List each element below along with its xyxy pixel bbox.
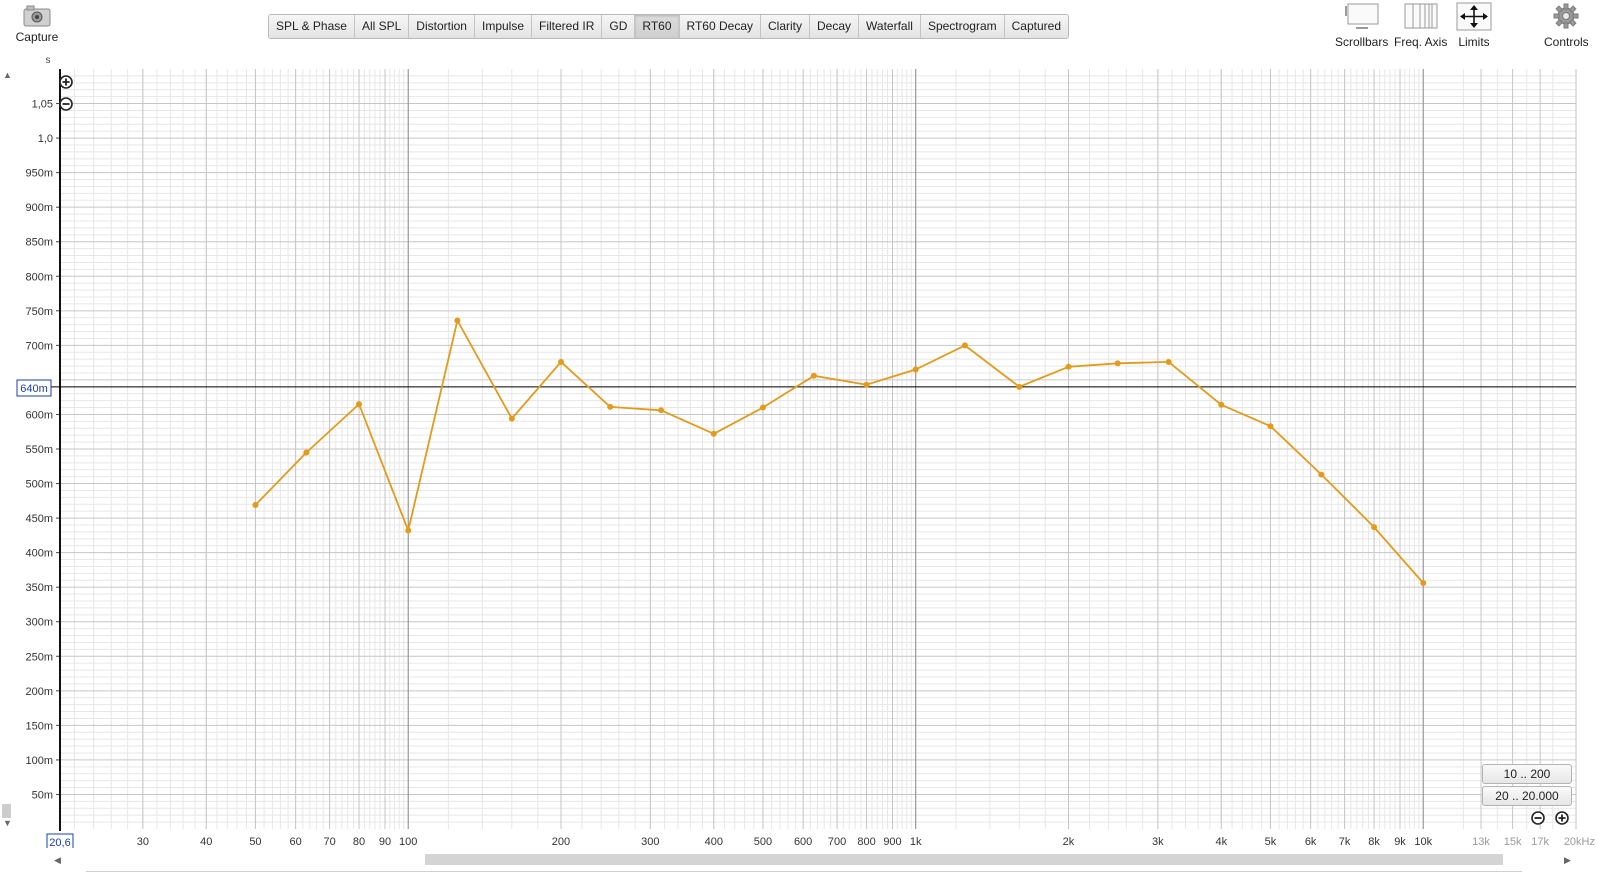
cursor-x-readout: 20,6 — [46, 833, 74, 848]
y-tick-label: 50m — [32, 789, 53, 801]
data-point — [1371, 524, 1378, 531]
y-tick-label: 500m — [25, 479, 53, 491]
x-tick-label: 4k — [1215, 836, 1227, 848]
range-20-20000-button[interactable]: 20 .. 20.000 — [1482, 786, 1572, 806]
x-tick-label: 200 — [552, 836, 570, 848]
data-point — [1165, 358, 1172, 365]
y-tick-label: 150m — [25, 720, 53, 732]
data-point — [405, 527, 412, 534]
x-tick-label: 800 — [857, 836, 875, 848]
x-tick-label: 80 — [353, 836, 365, 848]
x-tick-label: 300 — [641, 836, 659, 848]
data-point — [454, 317, 461, 324]
data-point — [508, 415, 515, 422]
data-point — [356, 401, 363, 408]
scroll-right-arrow-icon[interactable]: ▶ — [1564, 855, 1571, 865]
x-tick-label: 3k — [1152, 836, 1164, 848]
y-tick-label: 800m — [25, 271, 53, 283]
horizontal-scroll-thumb[interactable] — [425, 854, 1503, 865]
y-tick-label: 300m — [25, 617, 53, 629]
zoom-out-icon[interactable] — [59, 97, 73, 111]
bottom-divider — [86, 871, 1522, 872]
zoom-in-small-icon[interactable] — [1555, 811, 1569, 825]
cursor-x-readout-text: 20,6 — [49, 837, 70, 848]
data-point — [557, 358, 564, 365]
cursor-y-readout-text: 640m — [20, 383, 48, 395]
x-tick-label: 90 — [379, 836, 391, 848]
x-tick-label: 7k — [1339, 836, 1351, 848]
range-10-200-button[interactable]: 10 .. 200 — [1482, 764, 1572, 784]
data-point — [303, 449, 310, 456]
rt60-series-line — [254, 319, 1424, 584]
x-tick-label: 17k — [1531, 836, 1549, 848]
y-axis-unit: s — [46, 55, 51, 66]
x-tick-label: 1k — [910, 836, 922, 848]
data-point — [759, 404, 766, 411]
x-tick-label: 100 — [399, 836, 417, 848]
data-point — [961, 342, 968, 349]
x-tick-label: 5k — [1265, 836, 1277, 848]
x-tick-label: 20kHz — [1564, 836, 1595, 848]
data-point — [1065, 363, 1072, 370]
y-axis-labels: 1,05 1,0 950m 900m 850m 800m 750m 700m 600m 550m 5… — [25, 99, 60, 801]
data-point — [1267, 423, 1274, 430]
x-tick-label: 30 — [137, 836, 149, 848]
y-tick-label: 600m — [25, 409, 53, 421]
x-tick-label: 2k — [1063, 836, 1075, 848]
data-point — [710, 430, 717, 437]
rt60-chart[interactable]: 1,05 1,0 950m 900m 850m 800m 750m 700m 600m 550m 5… — [0, 0, 1598, 848]
x-tick-label: 6k — [1305, 836, 1317, 848]
data-point — [863, 381, 870, 388]
y-tick-label: 400m — [25, 548, 53, 560]
zoom-in-icon[interactable] — [59, 75, 73, 89]
y-tick-label: 950m — [25, 168, 53, 180]
y-tick-label: 450m — [25, 513, 53, 525]
x-tick-label: 13k — [1472, 836, 1490, 848]
x-tick-label: 400 — [705, 836, 723, 848]
y-tick-label: 850m — [25, 237, 53, 249]
x-tick-label: 500 — [754, 836, 772, 848]
data-point — [607, 403, 614, 410]
data-point — [1318, 471, 1325, 478]
x-tick-label: 600 — [794, 836, 812, 848]
y-tick-label: 350m — [25, 582, 53, 594]
y-tick-label: 750m — [25, 306, 53, 318]
x-axis-labels: 30 40 50 60 70 80 90 100 200 300 400 500 600 700 800 90… — [137, 836, 1595, 848]
data-point — [658, 407, 665, 414]
cursor-y-readout: 640m — [16, 379, 52, 397]
y-tick-label: 250m — [25, 651, 53, 663]
major-grid — [60, 69, 1577, 829]
data-point — [912, 366, 919, 373]
x-tick-label: 15k — [1504, 836, 1522, 848]
y-tick-label: 1,0 — [38, 133, 53, 145]
y-tick-label: 900m — [25, 202, 53, 214]
y-tick-label: 100m — [25, 755, 53, 767]
data-point — [1420, 580, 1427, 587]
x-tick-label: 50 — [249, 836, 261, 848]
y-tick-label: 700m — [25, 340, 53, 352]
data-point — [1016, 383, 1023, 390]
y-tick-label: 200m — [25, 686, 53, 698]
scroll-left-arrow-icon[interactable]: ◀ — [54, 855, 61, 865]
x-tick-label: 900 — [883, 836, 901, 848]
x-tick-label: 40 — [200, 836, 212, 848]
data-point — [1114, 360, 1121, 367]
data-point — [810, 372, 817, 379]
data-point — [1218, 401, 1225, 408]
zoom-out-small-icon[interactable] — [1531, 811, 1545, 825]
y-tick-label: 1,05 — [32, 99, 53, 111]
data-point — [252, 501, 259, 508]
x-tick-label: 60 — [290, 836, 302, 848]
y-tick-label: 550m — [25, 444, 53, 456]
x-tick-label: 700 — [828, 836, 846, 848]
x-tick-label: 8k — [1368, 836, 1380, 848]
x-tick-label: 70 — [323, 836, 335, 848]
x-tick-label: 10k — [1414, 836, 1432, 848]
x-tick-label: 9k — [1394, 836, 1406, 848]
